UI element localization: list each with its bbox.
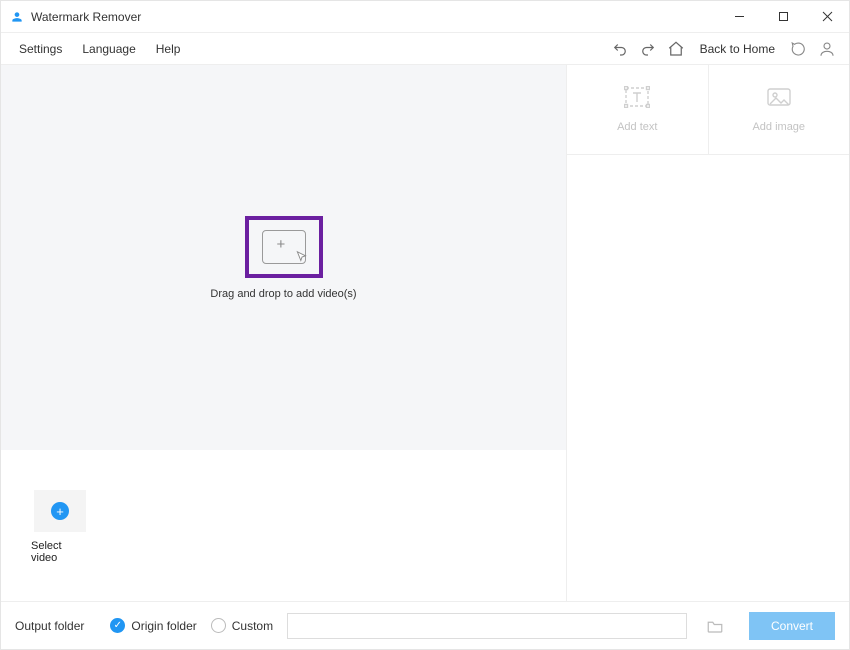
convert-button[interactable]: Convert	[749, 612, 835, 640]
bottom-bar: Output folder Origin folder Custom Conve…	[1, 601, 849, 649]
menu-language[interactable]: Language	[72, 38, 145, 60]
app-icon	[9, 9, 25, 25]
right-panel: Add text Add image	[566, 65, 849, 601]
content-area: + Drag and drop to add video(s) + Select…	[1, 65, 849, 601]
canvas-column: + Drag and drop to add video(s) + Select…	[1, 65, 566, 601]
maximize-button[interactable]	[761, 1, 805, 33]
user-icon[interactable]	[813, 35, 841, 63]
text-box-icon	[624, 86, 650, 111]
titlebar: Watermark Remover	[1, 1, 849, 33]
tab-add-text[interactable]: Add text	[567, 65, 708, 154]
close-button[interactable]	[805, 1, 849, 33]
menu-settings[interactable]: Settings	[9, 38, 72, 60]
radio-custom-label: Custom	[232, 619, 273, 633]
radio-custom[interactable]: Custom	[211, 618, 273, 633]
app-window: Watermark Remover Settings Language Help	[0, 0, 850, 650]
radio-origin-folder[interactable]: Origin folder	[110, 618, 196, 633]
drop-label: Drag and drop to add video(s)	[210, 288, 356, 300]
tab-add-image-label: Add image	[752, 121, 805, 133]
output-path-input[interactable]	[287, 613, 687, 639]
radio-dot-icon	[110, 618, 125, 633]
radio-dot-icon	[211, 618, 226, 633]
minimize-button[interactable]	[717, 1, 761, 33]
chat-icon[interactable]	[785, 35, 813, 63]
radio-origin-label: Origin folder	[131, 619, 196, 633]
menubar: Settings Language Help Back to Home	[1, 33, 849, 65]
back-to-home-link[interactable]: Back to Home	[690, 42, 785, 56]
drop-canvas[interactable]: + Drag and drop to add video(s)	[1, 65, 566, 450]
right-tabs: Add text Add image	[567, 65, 849, 155]
drop-target-box[interactable]: +	[245, 216, 323, 278]
redo-button[interactable]	[634, 35, 662, 63]
plus-icon: +	[277, 237, 286, 252]
convert-label: Convert	[771, 619, 813, 633]
tab-add-image[interactable]: Add image	[708, 65, 850, 154]
select-video-button[interactable]: + Select video	[31, 490, 89, 564]
plus-circle-icon: +	[51, 502, 69, 520]
select-video-label: Select video	[31, 540, 89, 564]
window-controls	[717, 1, 849, 33]
menu-help[interactable]: Help	[146, 38, 191, 60]
image-icon	[766, 86, 792, 111]
home-icon[interactable]	[662, 35, 690, 63]
browse-folder-button[interactable]	[701, 613, 729, 639]
select-video-thumb: +	[34, 490, 86, 532]
output-folder-label: Output folder	[15, 619, 84, 633]
cursor-icon	[295, 250, 309, 267]
app-title: Watermark Remover	[31, 10, 141, 24]
below-canvas: + Select video	[1, 450, 566, 601]
add-video-icon: +	[262, 230, 306, 264]
tab-add-text-label: Add text	[617, 121, 657, 133]
undo-button[interactable]	[606, 35, 634, 63]
